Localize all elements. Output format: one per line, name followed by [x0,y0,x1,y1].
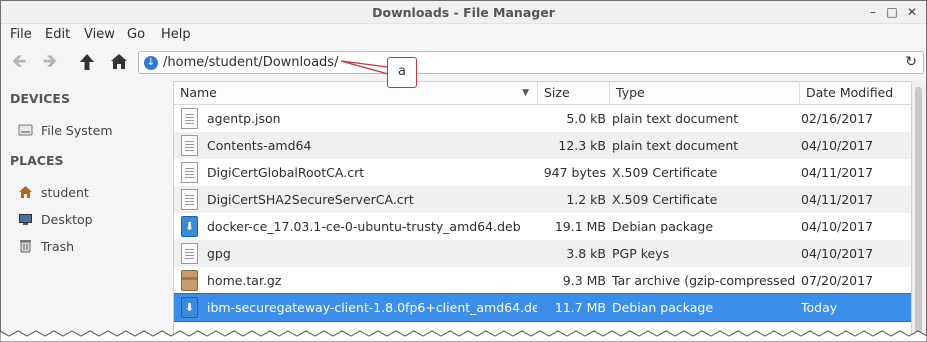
sidebar-item-label: student [41,185,89,200]
address-path[interactable]: /home/student/Downloads/ [163,55,338,70]
menu-help[interactable]: Help [161,27,191,42]
file-size: 3.8 kB [566,246,606,261]
close-icon[interactable]: ✕ [904,4,920,20]
sidebar-item-label: File System [41,123,113,138]
window-title: Downloads - File Manager [372,5,555,20]
places-header: PLACES [10,153,64,168]
scrollbar-thumb[interactable] [915,87,922,337]
file-name: agentp.json [207,111,281,126]
toolbar: 🡸 🡺 ↓ /home/student/Downloads/ ↻ [1,47,926,77]
menu-file[interactable]: File [10,27,32,42]
file-type: X.509 Certificate [612,165,718,180]
address-bar[interactable]: ↓ /home/student/Downloads/ ↻ [138,51,924,74]
reload-icon[interactable]: ↻ [905,54,917,70]
file-manager-window: Downloads - File Manager – □ ✕ File Edit… [0,0,927,342]
file-size: 19.1 MB [554,219,606,234]
column-name-label: Name [180,85,217,100]
file-row[interactable]: DigiCertGlobalRootCA.crt 947 bytes X.509 C… [174,159,911,186]
column-date[interactable]: Date Modified [800,82,911,104]
file-row[interactable]: DigiCertSHA2SecureServerCA.crt 1.2 kB X.50… [174,186,911,213]
file-row[interactable]: ⬇ docker-ce_17.03.1-ce-0-ubuntu-trusty_am… [174,213,911,240]
column-name[interactable]: Name ▼ [174,82,538,104]
archive-icon [181,270,198,291]
menu-edit[interactable]: Edit [45,27,70,42]
file-type: plain text document [612,111,739,126]
file-row[interactable]: Contents-amd64 12.3 kB plain text document… [174,132,911,159]
drive-icon [18,124,33,136]
sidebar-item-label: Trash [41,239,75,254]
file-list[interactable]: Name ▼ Size Type Date Modified agentp.js… [173,81,912,341]
column-size[interactable]: Size [538,82,610,104]
file-size: 12.3 kB [558,138,606,153]
sidebar: DEVICES File System PLACES student Deskt… [1,79,171,341]
file-type: PGP keys [612,246,670,261]
document-icon [181,189,198,210]
back-arrow-icon[interactable]: 🡸 [7,51,31,73]
file-type: Debian package [612,219,714,234]
package-download-icon: ⬇ [181,297,198,318]
document-icon [181,162,198,183]
document-icon [181,243,198,264]
home-icon [19,186,32,198]
file-row[interactable]: ⬇ ibm-securegateway-client-1.8.0fp6+clien… [174,293,911,322]
document-icon [181,135,198,156]
file-date: 04/10/2017 [801,246,874,261]
file-date: Today [801,300,838,315]
package-download-icon: ⬇ [181,216,198,237]
file-name: DigiCertSHA2SecureServerCA.crt [207,192,414,207]
file-name: DigiCertGlobalRootCA.crt [207,165,365,180]
sort-down-icon: ▼ [522,88,529,98]
minimize-icon[interactable]: – [865,4,881,20]
file-type: plain text document [612,138,739,153]
file-row[interactable]: agentp.json 5.0 kB plain text document 02/1… [174,105,911,132]
forward-arrow-icon[interactable]: 🡺 [38,51,62,73]
maximize-icon[interactable]: □ [884,4,900,20]
trash-icon [20,240,31,253]
file-row[interactable]: gpg 3.8 kB PGP keys 04/10/2017 [174,240,911,267]
file-row[interactable]: home.tar.gz 9.3 MB Tar archive (gzip-compr… [174,267,911,294]
callout-text: a [398,64,406,79]
file-date: 04/11/2017 [801,192,874,207]
file-type: X.509 Certificate [612,192,718,207]
file-date: 04/10/2017 [801,219,874,234]
file-name: docker-ce_17.03.1-ce-0-ubuntu-trusty_amd… [207,219,521,234]
menu-bar: File Edit View Go Help [1,24,926,46]
menu-view[interactable]: View [84,27,115,42]
column-header: Name ▼ Size Type Date Modified [174,82,911,105]
devices-header: DEVICES [10,91,70,106]
location-icon: ↓ [144,56,158,70]
file-name: home.tar.gz [207,273,282,288]
file-date: 02/16/2017 [801,111,874,126]
file-type: Tar archive (gzip-compressed) [612,273,796,288]
file-name: ibm-securegateway-client-1.8.0fp6+client… [207,300,537,315]
file-size: 11.7 MB [554,300,606,315]
up-arrow-icon[interactable] [75,51,99,73]
sidebar-item-label: Desktop [41,212,93,227]
file-name: gpg [207,246,231,261]
vertical-scrollbar[interactable] [912,81,926,341]
file-size: 5.0 kB [566,111,606,126]
file-date: 04/11/2017 [801,165,874,180]
document-icon [181,108,198,129]
callout-label: a [387,57,417,88]
file-size: 9.3 MB [562,273,606,288]
file-size: 947 bytes [543,165,606,180]
title-bar[interactable]: Downloads - File Manager – □ ✕ [1,1,926,24]
file-size: 1.2 kB [566,192,606,207]
home-icon[interactable] [107,51,131,73]
file-name: Contents-amd64 [207,138,312,153]
column-type[interactable]: Type [610,82,800,104]
torn-edge [0,330,927,342]
file-type: Debian package [612,300,714,315]
file-date: 07/20/2017 [801,273,874,288]
menu-go[interactable]: Go [127,27,145,42]
file-date: 04/10/2017 [801,138,874,153]
desktop-icon [19,214,32,225]
